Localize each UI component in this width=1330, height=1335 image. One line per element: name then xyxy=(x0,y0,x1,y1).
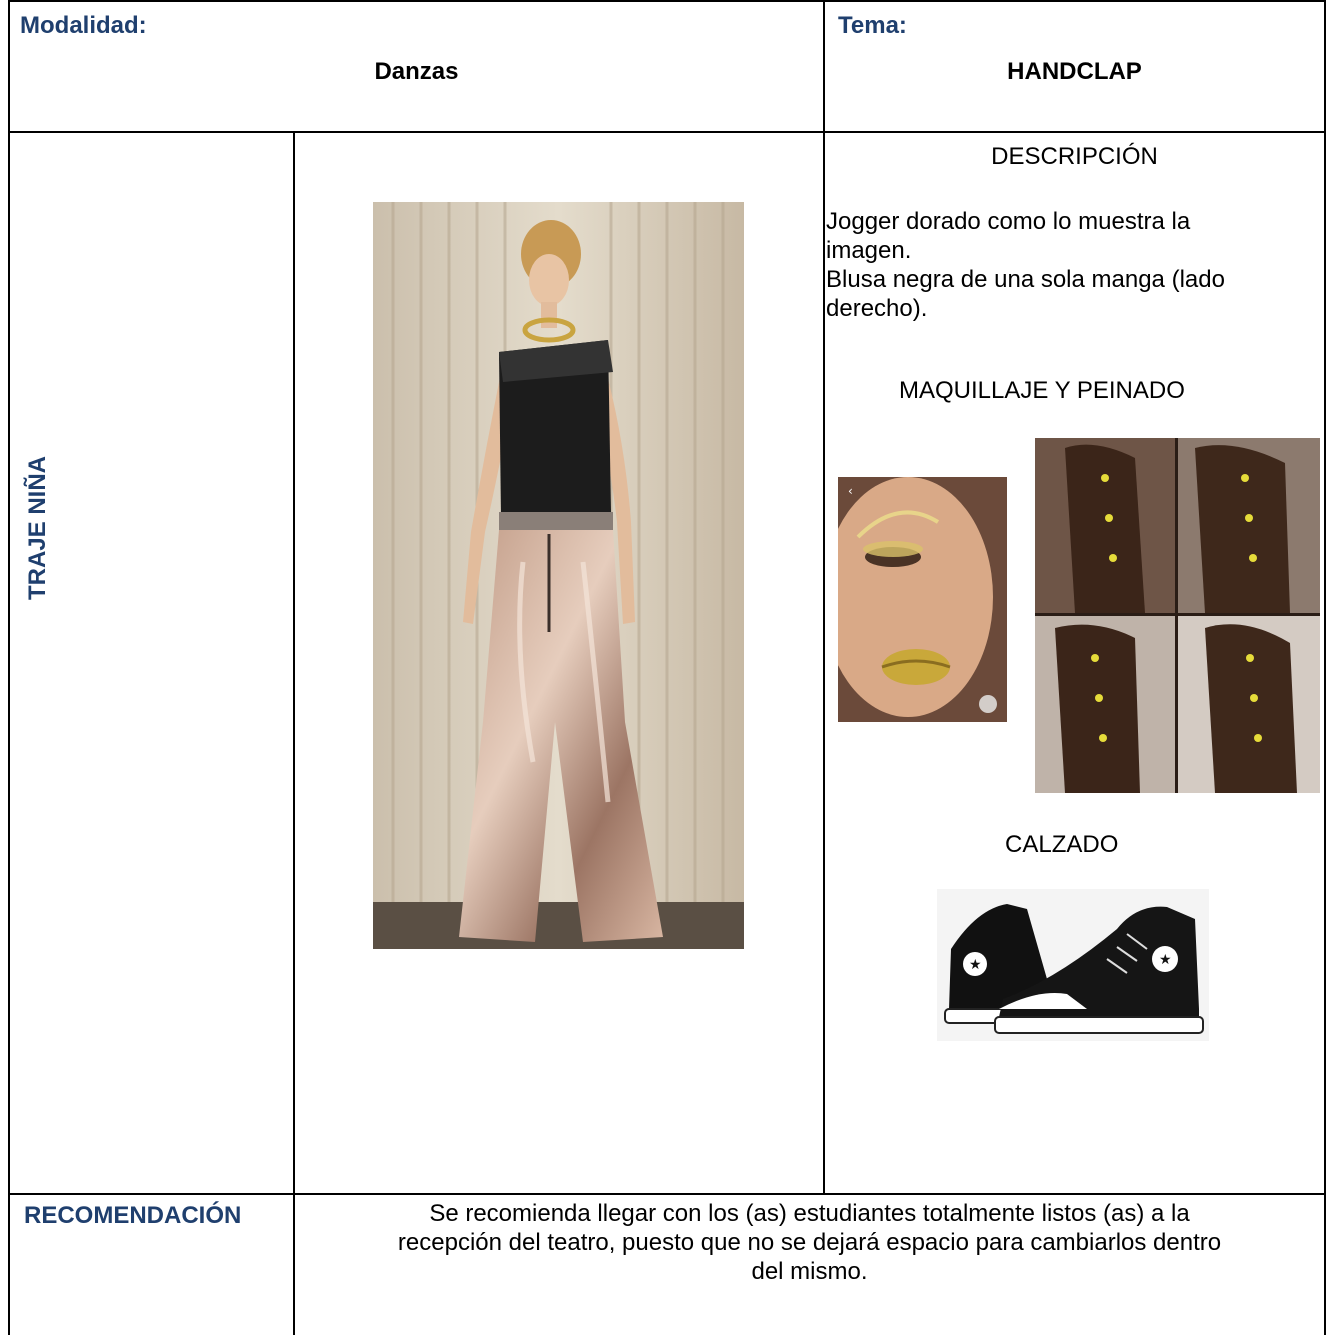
outfit-photo xyxy=(373,202,744,949)
calzado-title: CALZADO xyxy=(1005,831,1119,858)
recomendacion-line-2: recepción del teatro, puesto que no se d… xyxy=(397,1229,1222,1256)
table-border-right xyxy=(1324,0,1326,1335)
table-border-top xyxy=(8,0,1326,2)
content-row-divider xyxy=(8,1193,1326,1195)
descripcion-title: DESCRIPCIÓN xyxy=(991,143,1158,170)
descripcion-line-2: imagen. xyxy=(826,237,912,264)
outfit-illustration xyxy=(373,202,744,949)
svg-text:★: ★ xyxy=(1159,952,1172,968)
descripcion-line-4: derecho). xyxy=(826,295,928,322)
header-row-divider xyxy=(8,131,1326,133)
makeup-photo: ‹ xyxy=(838,477,1007,722)
recomendacion-line-1: Se recomienda llegar con los (as) estudi… xyxy=(429,1200,1190,1227)
svg-text:★: ★ xyxy=(969,957,982,973)
descripcion-line-1: Jogger dorado como lo muestra la xyxy=(826,208,1191,235)
tema-label: Tema: xyxy=(838,12,907,39)
recomendacion-label: RECOMENDACIÓN xyxy=(24,1202,242,1229)
hairstyle-collage xyxy=(1035,438,1320,793)
modalidad-value: Danzas xyxy=(374,58,459,85)
column-divider-left xyxy=(293,132,295,1335)
descripcion-line-3: Blusa negra de una sola manga (lado xyxy=(826,266,1225,293)
traje-nina-label: TRAJE NIÑA xyxy=(24,456,51,601)
svg-text:‹: ‹ xyxy=(848,484,853,498)
table-border-left xyxy=(8,0,10,1335)
recomendacion-line-3: del mismo. xyxy=(751,1258,868,1285)
modalidad-label: Modalidad: xyxy=(20,12,147,39)
tema-value: HANDCLAP xyxy=(1007,58,1142,85)
column-divider-right xyxy=(823,0,825,1195)
maquillaje-title: MAQUILLAJE Y PEINADO xyxy=(899,377,1185,404)
sneakers-photo: ★ ★ xyxy=(937,889,1209,1041)
